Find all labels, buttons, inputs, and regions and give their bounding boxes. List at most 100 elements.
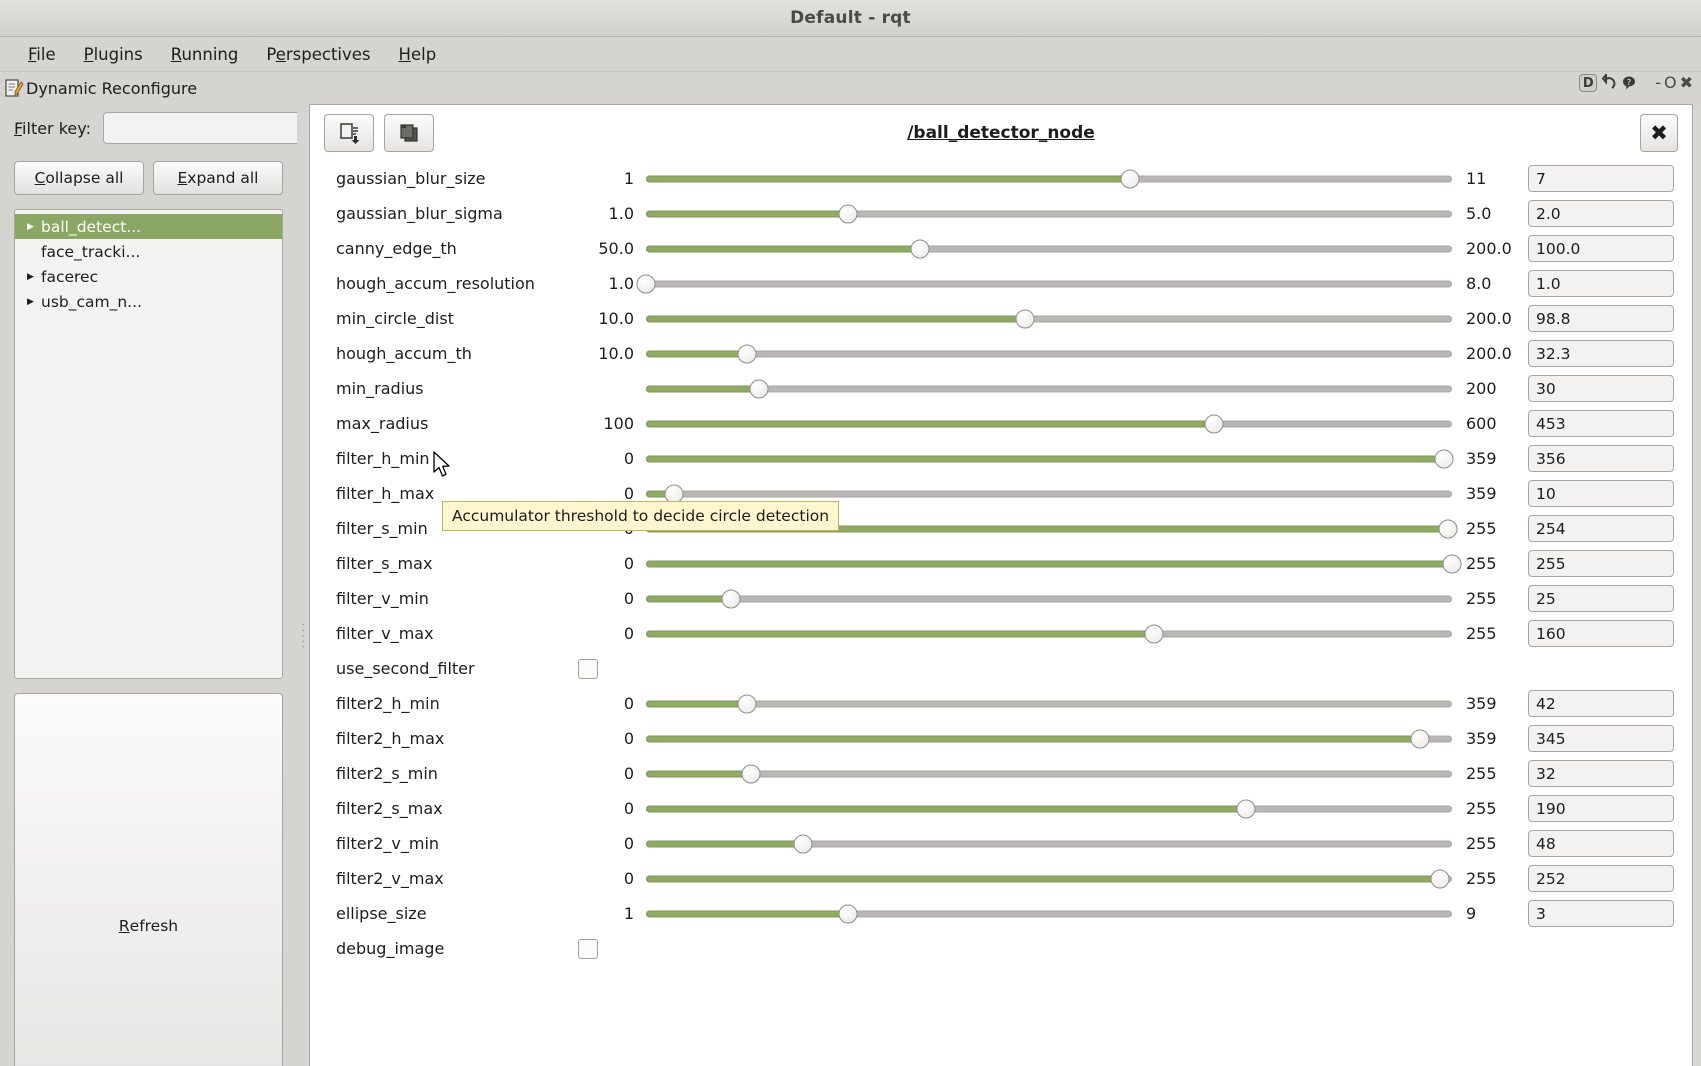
slider-handle[interactable] xyxy=(721,589,741,608)
param-slider[interactable] xyxy=(646,378,1452,400)
param-slider[interactable] xyxy=(646,203,1452,225)
slider-handle[interactable] xyxy=(1430,869,1450,888)
expand-all-button[interactable]: Expand all xyxy=(153,161,283,195)
param-value-input[interactable] xyxy=(1528,410,1674,437)
param-value-input[interactable] xyxy=(1528,235,1674,262)
param-slider[interactable] xyxy=(646,483,1452,505)
param-value-input[interactable] xyxy=(1528,480,1674,507)
slider-handle[interactable] xyxy=(737,694,757,713)
param-value-input[interactable] xyxy=(1528,760,1674,787)
param-value-input[interactable] xyxy=(1528,375,1674,402)
param-slider[interactable] xyxy=(636,273,1452,295)
node-tree[interactable]: ▶ ball_detect... ▶ face_tracki... ▶ face… xyxy=(14,209,283,679)
filter-key-input[interactable] xyxy=(102,112,311,144)
slider-handle[interactable] xyxy=(793,834,813,853)
slider-handle[interactable] xyxy=(636,274,656,293)
tree-item-facerec[interactable]: ▶ facerec xyxy=(15,264,282,289)
slider-handle[interactable] xyxy=(664,484,684,503)
tree-item-usb-cam-node[interactable]: ▶ usb_cam_n... xyxy=(15,289,282,314)
param-slider[interactable] xyxy=(646,308,1452,330)
param-value-input[interactable] xyxy=(1528,725,1674,752)
panel-close-button[interactable]: ✖ xyxy=(1640,114,1678,152)
menu-item-perspectives[interactable]: Perspectives xyxy=(252,41,384,68)
dock-d-button[interactable]: D xyxy=(1579,74,1598,92)
slider-handle[interactable] xyxy=(1410,729,1430,748)
param-value-input[interactable] xyxy=(1528,865,1674,892)
param-slider[interactable] xyxy=(646,553,1462,575)
param-value-input[interactable] xyxy=(1528,270,1674,297)
param-slider[interactable] xyxy=(646,728,1452,750)
refresh-button[interactable]: Refresh xyxy=(14,692,283,1066)
slider-track xyxy=(646,280,1452,287)
slider-handle[interactable] xyxy=(741,764,761,783)
document-save-icon[interactable] xyxy=(324,114,374,152)
param-value-input[interactable] xyxy=(1528,200,1674,227)
slider-handle[interactable] xyxy=(1434,449,1454,468)
param-value-input[interactable] xyxy=(1528,305,1674,332)
minimize-button[interactable]: - xyxy=(1655,75,1661,91)
param-slider[interactable] xyxy=(646,833,1452,855)
param-checkbox[interactable] xyxy=(578,658,598,679)
param-slider[interactable] xyxy=(646,623,1452,645)
param-slider[interactable] xyxy=(646,343,1452,365)
menu-item-plugins[interactable]: Plugins xyxy=(70,41,157,68)
param-slider[interactable] xyxy=(646,798,1452,820)
param-slider[interactable] xyxy=(646,518,1458,540)
param-value-input[interactable] xyxy=(1528,585,1674,612)
param-slider[interactable] xyxy=(646,168,1452,190)
undo-icon[interactable] xyxy=(1600,74,1618,92)
param-min-value: 0 xyxy=(623,624,634,643)
param-slider[interactable] xyxy=(646,588,1452,610)
slider-fill xyxy=(646,210,848,217)
param-slider[interactable] xyxy=(646,693,1452,715)
tree-item-ball-detector[interactable]: ▶ ball_detect... xyxy=(15,214,282,239)
slider-handle[interactable] xyxy=(1144,624,1164,643)
param-slider[interactable] xyxy=(646,413,1452,435)
help-bubble-icon[interactable]: ? xyxy=(1621,74,1639,92)
param-value-input[interactable] xyxy=(1528,795,1674,822)
slider-handle[interactable] xyxy=(838,904,857,923)
chevron-right-icon[interactable]: ▶ xyxy=(27,297,41,307)
slider-handle[interactable] xyxy=(1438,519,1458,538)
param-value-input[interactable] xyxy=(1528,445,1674,472)
param-value-input[interactable] xyxy=(1528,550,1674,577)
menu-item-help[interactable]: Help xyxy=(385,41,451,68)
slider-handle[interactable] xyxy=(749,379,769,398)
param-min-value: 50.0 xyxy=(598,239,634,258)
param-value-input[interactable] xyxy=(1528,830,1674,857)
param-slider[interactable] xyxy=(646,868,1452,890)
slider-handle[interactable] xyxy=(1015,309,1035,328)
param-value-input[interactable] xyxy=(1528,165,1674,192)
param-value-input[interactable] xyxy=(1528,690,1674,717)
slider-handle[interactable] xyxy=(737,344,757,363)
slider-handle[interactable] xyxy=(1204,414,1224,433)
collapse-all-button[interactable]: Collapse all xyxy=(14,161,144,195)
param-label: filter_h_max xyxy=(336,484,435,503)
param-slider[interactable] xyxy=(646,238,1452,260)
slider-fill xyxy=(646,315,1025,322)
tree-item-face-tracking[interactable]: ▶ face_tracki... xyxy=(15,239,282,264)
param-slider[interactable] xyxy=(646,448,1454,470)
param-value-input[interactable] xyxy=(1528,515,1674,542)
copy-duplicate-icon[interactable] xyxy=(384,114,434,152)
param-value-input[interactable] xyxy=(1528,900,1674,927)
maximize-button[interactable]: O xyxy=(1664,75,1677,91)
param-value-input[interactable] xyxy=(1528,340,1674,367)
param-value-input[interactable] xyxy=(1528,620,1674,647)
slider-handle[interactable] xyxy=(1442,554,1462,573)
menu-item-file[interactable]: File xyxy=(14,41,70,68)
slider-handle[interactable] xyxy=(910,239,930,258)
chevron-right-icon[interactable]: ▶ xyxy=(27,222,41,232)
param-slider[interactable] xyxy=(646,763,1452,785)
slider-handle[interactable] xyxy=(838,204,857,223)
dock-close-button[interactable]: ✖ xyxy=(1680,75,1693,91)
panel-splitter[interactable]: ····· xyxy=(297,104,310,1066)
slider-handle[interactable] xyxy=(1236,799,1256,818)
menu-item-running[interactable]: Running xyxy=(157,41,253,68)
param-slider[interactable] xyxy=(646,903,1452,925)
chevron-right-icon[interactable]: ▶ xyxy=(27,272,41,282)
slider-handle[interactable] xyxy=(1120,169,1140,188)
param-checkbox[interactable] xyxy=(578,938,598,959)
menu-label-file: ile xyxy=(36,44,56,64)
param-max-value: 5.0 xyxy=(1466,204,1492,223)
